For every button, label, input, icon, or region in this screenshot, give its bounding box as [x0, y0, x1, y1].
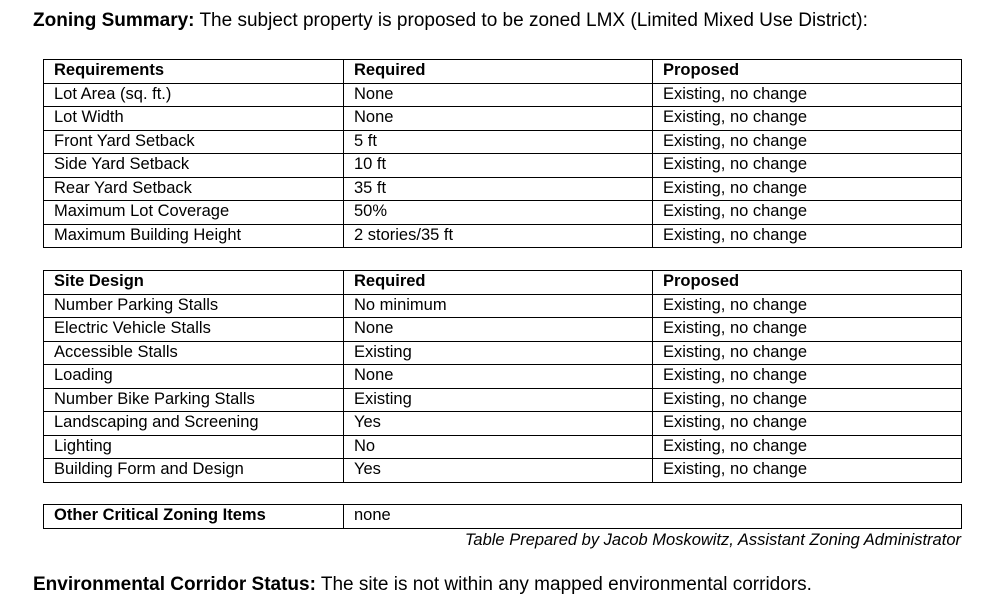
- table-cell: Rear Yard Setback: [43, 176, 344, 201]
- table-cell: Existing, no change: [652, 434, 962, 459]
- table-row: Side Yard Setback 10 ft Existing, no cha…: [43, 153, 962, 178]
- table-cell: None: [343, 106, 653, 131]
- table-cell: Lot Area (sq. ft.): [43, 82, 344, 107]
- table-cell: None: [343, 364, 653, 389]
- zoning-summary-text: The subject property is proposed to be z…: [194, 10, 868, 31]
- environmental-text: The site is not within any mapped enviro…: [315, 574, 812, 595]
- requirements-table: Requirements Required Proposed Lot Area …: [43, 59, 962, 248]
- table-row: Front Yard Setback 5 ft Existing, no cha…: [43, 129, 962, 154]
- table-row: Number Bike Parking Stalls Existing Exis…: [43, 387, 962, 412]
- other-items-label: Other Critical Zoning Items: [43, 504, 344, 529]
- table-cell: Existing, no change: [652, 82, 962, 107]
- table-cell: Existing, no change: [652, 223, 962, 248]
- zoning-summary-paragraph: Zoning Summary: The subject property is …: [33, 8, 868, 34]
- table-row: Lot Width None Existing, no change: [43, 106, 962, 131]
- table-cell: Maximum Building Height: [43, 223, 344, 248]
- table-cell: Existing: [343, 340, 653, 365]
- table-cell: Existing, no change: [652, 293, 962, 318]
- table-row: Other Critical Zoning Items none: [43, 504, 962, 529]
- table-cell: 35 ft: [343, 176, 653, 201]
- table-cell: Electric Vehicle Stalls: [43, 317, 344, 342]
- table-cell: Building Form and Design: [43, 458, 344, 483]
- table-cell: Number Parking Stalls: [43, 293, 344, 318]
- table-cell: 2 stories/35 ft: [343, 223, 653, 248]
- table-cell: Existing, no change: [652, 129, 962, 154]
- table-cell: Existing, no change: [652, 176, 962, 201]
- table-cell: Yes: [343, 458, 653, 483]
- other-critical-items-table: Other Critical Zoning Items none: [43, 504, 962, 529]
- header-cell: Required: [343, 270, 653, 295]
- other-items-value: none: [343, 504, 962, 529]
- table-credit: Table Prepared by Jacob Moskowitz, Assis…: [464, 531, 961, 549]
- environmental-paragraph: Environmental Corridor Status: The site …: [33, 572, 812, 598]
- table-row: Maximum Building Height 2 stories/35 ft …: [43, 223, 962, 248]
- table-row: Rear Yard Setback 35 ft Existing, no cha…: [43, 176, 962, 201]
- table-cell: Existing, no change: [652, 411, 962, 436]
- table-cell: Existing, no change: [652, 200, 962, 225]
- table-row: Lot Area (sq. ft.) None Existing, no cha…: [43, 82, 962, 107]
- table-cell: Existing, no change: [652, 317, 962, 342]
- table-cell: Lot Width: [43, 106, 344, 131]
- table-cell: Lighting: [43, 434, 344, 459]
- table-row: Lighting No Existing, no change: [43, 434, 962, 459]
- table-row: Accessible Stalls Existing Existing, no …: [43, 340, 962, 365]
- table-cell: Accessible Stalls: [43, 340, 344, 365]
- table-cell: Existing, no change: [652, 106, 962, 131]
- table-cell: Existing, no change: [652, 340, 962, 365]
- table-cell: Loading: [43, 364, 344, 389]
- table-row: Electric Vehicle Stalls None Existing, n…: [43, 317, 962, 342]
- table-cell: No minimum: [343, 293, 653, 318]
- table-cell: 50%: [343, 200, 653, 225]
- table-row: Maximum Lot Coverage 50% Existing, no ch…: [43, 200, 962, 225]
- table-cell: None: [343, 317, 653, 342]
- table-cell: Maximum Lot Coverage: [43, 200, 344, 225]
- environmental-label: Environmental Corridor Status:: [33, 574, 316, 595]
- table-cell: 10 ft: [343, 153, 653, 178]
- table-cell: Front Yard Setback: [43, 129, 344, 154]
- table-row: Building Form and Design Yes Existing, n…: [43, 458, 962, 483]
- table-cell: Yes: [343, 411, 653, 436]
- table-cell: Existing, no change: [652, 364, 962, 389]
- table-cell: Existing: [343, 387, 653, 412]
- table-row: Number Parking Stalls No minimum Existin…: [43, 293, 962, 318]
- table-row: Landscaping and Screening Yes Existing, …: [43, 411, 962, 436]
- zoning-summary-label: Zoning Summary:: [33, 10, 195, 31]
- table-cell: Number Bike Parking Stalls: [43, 387, 344, 412]
- table-cell: Existing, no change: [652, 153, 962, 178]
- table-cell: Existing, no change: [652, 458, 962, 483]
- requirements-header-row: Requirements Required Proposed: [43, 59, 962, 84]
- site-design-table: Site Design Required Proposed Number Par…: [43, 270, 962, 483]
- table-cell: Side Yard Setback: [43, 153, 344, 178]
- header-cell: Required: [343, 59, 653, 84]
- table-cell: Landscaping and Screening: [43, 411, 344, 436]
- table-cell: No: [343, 434, 653, 459]
- header-cell: Site Design: [43, 270, 344, 295]
- table-row: Loading None Existing, no change: [43, 364, 962, 389]
- table-cell: Existing, no change: [652, 387, 962, 412]
- table-cell: None: [343, 82, 653, 107]
- table-cell: 5 ft: [343, 129, 653, 154]
- header-cell: Proposed: [652, 270, 962, 295]
- site-design-header-row: Site Design Required Proposed: [43, 270, 962, 295]
- header-cell: Requirements: [43, 59, 344, 84]
- header-cell: Proposed: [652, 59, 962, 84]
